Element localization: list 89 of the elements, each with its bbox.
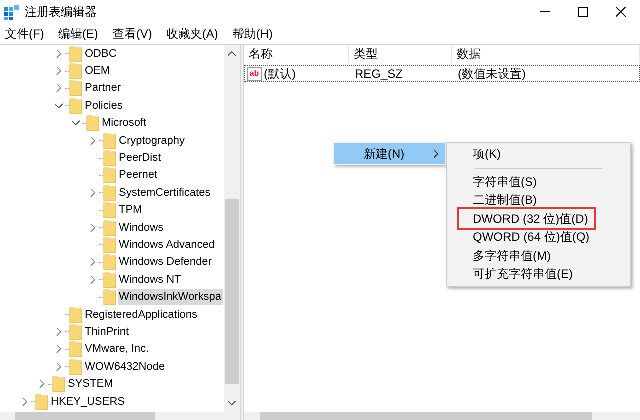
expand-chevron-icon[interactable] (89, 258, 97, 266)
menu-item[interactable]: QWORD (64 位)值(Q) (473, 228, 590, 246)
collapse-chevron-icon[interactable] (72, 119, 80, 128)
horizontal-scrollbar[interactable] (244, 412, 640, 420)
folder-icon (103, 236, 117, 253)
menu-item[interactable]: 帮助(H) (230, 25, 275, 43)
folder-icon (69, 324, 83, 340)
menu-item[interactable]: 新建(N) (334, 143, 445, 164)
folder-icon (103, 132, 117, 149)
menu-item[interactable]: 编辑(E) (56, 25, 100, 43)
expand-chevron-icon[interactable] (55, 84, 63, 92)
tree-item[interactable]: SYSTEM (67, 376, 114, 392)
folder-icon (86, 115, 100, 132)
tree-item[interactable]: RegisteredApplications (84, 306, 199, 323)
tree-item[interactable]: HKEY_USERS (50, 394, 126, 410)
app-icon (4, 4, 19, 20)
column-header[interactable]: 数据 (452, 45, 640, 63)
folder-icon (69, 98, 83, 114)
folder-icon (69, 358, 83, 375)
folder-icon (69, 46, 83, 62)
expand-chevron-icon[interactable] (89, 136, 97, 145)
menu-item[interactable]: 可扩充字符串值(E) (473, 265, 573, 284)
horizontal-scrollbar[interactable] (0, 412, 240, 420)
scroll-thumb[interactable] (15, 412, 155, 420)
value-row[interactable]: ab (默认) REG_SZ (数值未设置) (244, 65, 640, 82)
tree-item[interactable]: VMware, Inc. (84, 341, 150, 358)
menu-item[interactable]: 二进制值(B) (473, 191, 537, 210)
tree-item[interactable]: Microsoft (101, 115, 148, 132)
collapse-chevron-icon[interactable] (55, 102, 63, 110)
table-cell-text: REG_SZ (354, 66, 404, 82)
tree-item[interactable]: Windows Defender (118, 254, 213, 270)
column-header[interactable]: 类型 (349, 45, 452, 63)
table-cell-text: (数值未设置) (457, 66, 526, 82)
column-header[interactable]: 名称 (244, 45, 349, 63)
tree-item[interactable]: WOW6432Node (84, 358, 166, 375)
expand-chevron-icon[interactable] (55, 362, 63, 371)
menu-item[interactable]: 字符串值(S) (473, 172, 537, 191)
menu-item[interactable]: 查看(V) (110, 25, 154, 43)
close-icon (616, 7, 626, 17)
expand-chevron-icon[interactable] (55, 67, 63, 76)
tree-item[interactable]: OEM (84, 63, 112, 80)
tree-item[interactable]: Windows NT (118, 272, 182, 288)
tree-item[interactable]: Partner (84, 80, 122, 96)
tree-item[interactable]: ODBC (84, 46, 118, 62)
menu-item[interactable]: 文件(F) (3, 25, 46, 43)
folder-icon (35, 394, 49, 410)
folder-icon (103, 184, 117, 201)
expand-chevron-icon[interactable] (38, 380, 46, 388)
folder-icon (69, 306, 83, 323)
tree-item[interactable]: WindowsInkWorkspa (118, 289, 222, 306)
tree-item[interactable]: Windows (118, 220, 165, 236)
tree-item[interactable]: Windows Advanced (118, 236, 216, 253)
scroll-thumb[interactable] (260, 412, 592, 420)
folder-icon (52, 376, 66, 392)
folder-icon (103, 150, 117, 166)
expand-chevron-icon[interactable] (21, 398, 29, 406)
tree-item[interactable]: ThinPrint (84, 324, 130, 340)
expand-chevron-icon[interactable] (55, 328, 63, 336)
tree-item[interactable]: SystemCertificates (118, 184, 212, 201)
folder-icon (69, 80, 83, 96)
menu-item[interactable]: 收藏夹(A) (164, 25, 220, 43)
maximize-icon (578, 7, 588, 17)
expand-chevron-icon[interactable] (89, 224, 97, 232)
menu-item[interactable]: DWORD (32 位)值(D) (473, 210, 588, 228)
scroll-down-icon[interactable] (228, 401, 236, 406)
vertical-scrollbar[interactable] (224, 45, 240, 412)
folder-icon (103, 220, 117, 236)
folder-icon (69, 341, 83, 358)
tree-item[interactable]: TPM (118, 202, 144, 218)
expand-chevron-icon[interactable] (55, 50, 63, 58)
folder-icon (103, 254, 117, 270)
menu-item[interactable]: 项(K) (473, 145, 501, 164)
folder-icon (103, 272, 117, 288)
scroll-up-icon[interactable] (228, 51, 236, 56)
expand-chevron-icon[interactable] (55, 345, 63, 354)
folder-icon (103, 202, 117, 218)
menu-item[interactable]: 多字符串值(M) (473, 246, 551, 265)
table-cell-text: (默认) (264, 66, 296, 82)
tree-item[interactable]: PeerDist (118, 150, 162, 166)
window-title: 注册表编辑器 (25, 4, 97, 21)
folder-icon (69, 63, 83, 80)
string-value-icon: ab (247, 66, 262, 80)
tree-item[interactable]: Cryptography (118, 132, 186, 149)
tree-item[interactable]: Policies (84, 98, 124, 114)
expand-chevron-icon[interactable] (89, 188, 97, 197)
expand-chevron-icon[interactable] (89, 276, 97, 284)
tree-item[interactable]: Peernet (118, 167, 159, 184)
scroll-thumb[interactable] (225, 199, 239, 384)
folder-icon (103, 167, 117, 184)
